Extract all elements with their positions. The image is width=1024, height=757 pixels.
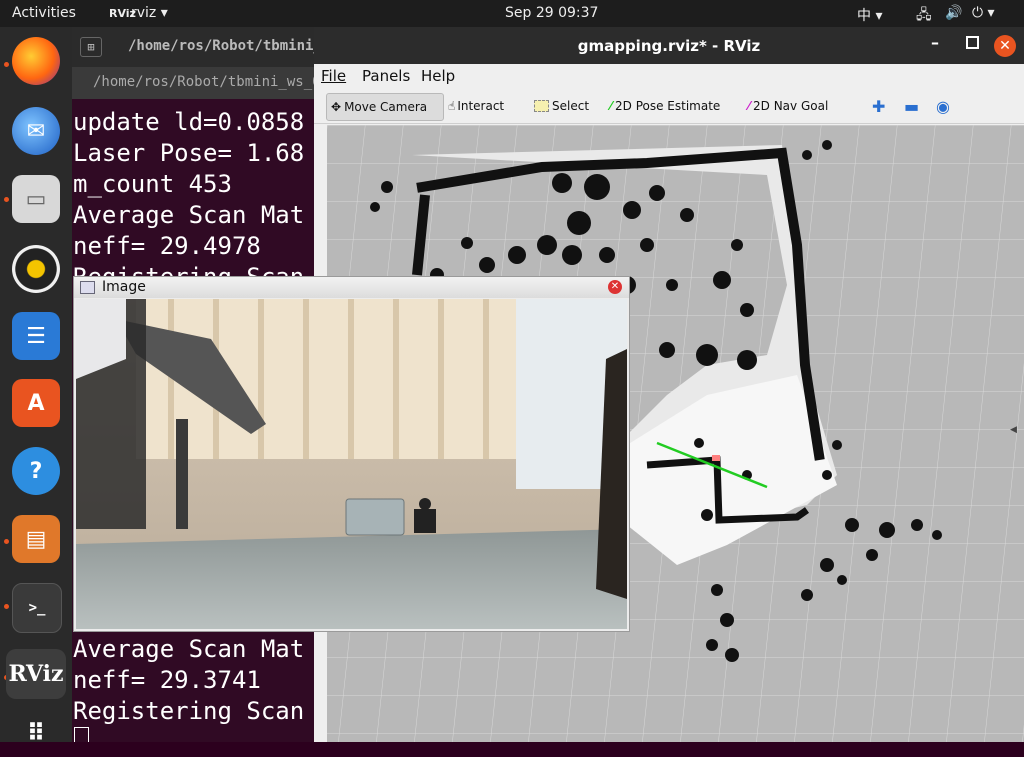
thunderbird-icon[interactable]: ✉ [12,107,60,155]
maximize-button[interactable] [966,36,979,49]
volume-icon[interactable]: 🔊 [945,5,962,21]
terminal-line: Laser Pose= 1.68 [73,139,305,167]
terminal-line: m_count 453 [73,170,232,198]
nav-goal-label: 2D Nav Goal [753,99,829,113]
activities-button[interactable]: Activities [12,5,76,21]
robot-marker [712,455,720,461]
move-camera-label: Move Camera [344,100,428,114]
clock[interactable]: Sep 29 09:37 [505,5,598,21]
running-indicator [4,604,9,609]
collapse-panel-icon[interactable]: ◀ [1010,425,1017,435]
terminal-title: /home/ros/Robot/tbmini_ws_0 [93,74,314,90]
terminal-cursor [74,727,89,742]
select-icon [534,100,549,112]
pose-estimate-tool[interactable]: ⁄ 2D Pose Estimate [610,93,720,119]
new-tab-icon[interactable]: ⊞ [80,37,102,57]
pose-estimate-label: 2D Pose Estimate [615,99,721,113]
add-tool-icon[interactable]: ✚ [872,93,885,119]
select-tool[interactable]: Select [534,93,589,119]
image-titlebar[interactable]: Image ✕ [74,277,629,298]
show-apps-icon[interactable]: ⠿ [12,709,60,757]
software-icon[interactable]: A [12,379,60,427]
terminal-tab-path: /home/ros/Robot/tbmini_w [128,38,314,54]
eye-icon[interactable]: ◉ [936,93,950,119]
menu-panels[interactable]: Panels [362,67,410,85]
magenta-arrow-icon: ⁄ [748,99,751,113]
nav-goal-tool[interactable]: ⁄ 2D Nav Goal [748,93,828,119]
terminal-line: neff= 29.4978 [73,232,261,260]
network-icon[interactable]: 🖧 [916,4,932,28]
writer-icon[interactable]: ☰ [12,312,60,360]
running-indicator [4,62,9,67]
move-camera-icon: ✥ [331,100,342,114]
firefox-icon[interactable] [12,37,60,85]
terminal-icon[interactable]: >_ [12,583,62,633]
image-close-button[interactable]: ✕ [608,280,622,294]
terminal-line: neff= 29.3741 [73,666,261,694]
menu-help[interactable]: Help [421,67,455,85]
rviz-icon[interactable]: RViz [6,649,66,699]
menu-bar: File Panels Help [314,64,1024,88]
help-icon[interactable]: ? [12,447,60,495]
image-window[interactable]: Image ✕ [73,276,630,632]
image-window-icon [80,281,95,294]
rviz-titlebar[interactable]: gmapping.rviz* - RViz – ✕ [314,27,1024,64]
terminal-line: Average Scan Mat [73,635,305,663]
terminal-headerbar: ⊞ /home/ros/Robot/tbmini_w [72,27,314,67]
dock: ✉ ▭ ☰ A ? ▤ >_ RViz ⠿ [0,27,72,747]
rviz-toolbar: ✥ Move Camera ☝ Interact Select ⁄ 2D Pos… [314,89,1024,124]
remove-tool-icon[interactable]: ▬ [904,93,919,119]
app-menu[interactable]: rviz ▾ [131,5,168,21]
rhythmbox-icon[interactable] [12,245,60,293]
interact-tool[interactable]: ☝ Interact [448,93,504,119]
terminal-line: Average Scan Mat [73,201,305,229]
files-icon[interactable]: ▭ [12,175,60,223]
terminal-line: Registering Scan [73,697,305,725]
rviz-window-title: gmapping.rviz* - RViz [577,37,761,55]
select-label: Select [552,99,590,113]
green-arrow-icon: ⁄ [610,99,613,113]
interact-label: Interact [457,99,505,113]
impress-icon[interactable]: ▤ [12,515,60,563]
move-camera-tool[interactable]: ✥ Move Camera [326,93,444,121]
running-indicator [4,539,9,544]
input-method-menu[interactable]: 中 ▾ [857,5,882,25]
image-window-title: Image [102,279,146,295]
menu-file[interactable]: File [321,67,346,85]
robot-body [694,438,704,448]
power-icon[interactable]: ⏻ ▾ [972,5,995,21]
close-button[interactable]: ✕ [994,35,1016,57]
minimize-button[interactable]: – [931,33,939,52]
running-indicator [4,197,9,202]
top-bar: Activities RViz rviz ▾ Sep 29 09:37 中 ▾ … [0,0,1024,27]
terminal-line: update ld=0.0858 [73,108,305,136]
camera-image [76,299,627,629]
terminal-tab[interactable]: /home/ros/Robot/tbmini_ws_0 [72,67,314,99]
camera-feed [76,299,627,629]
hand-icon: ☝ [448,99,456,113]
